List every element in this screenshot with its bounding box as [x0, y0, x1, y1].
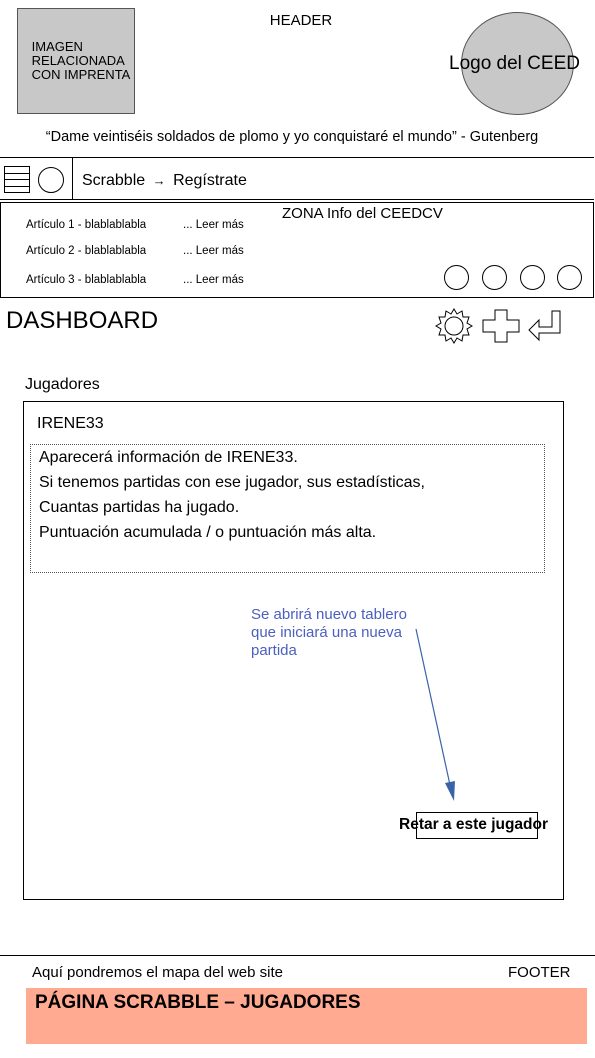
info-zone-title: ZONA Info del CEEDCV [282, 205, 443, 222]
logo-text: Logo del CEED [449, 53, 580, 74]
dashboard-title: DASHBOARD [6, 307, 159, 334]
circle-icon[interactable] [482, 265, 507, 290]
breadcrumb: Scrabble → Regístrate [82, 172, 247, 190]
footer-divider [0, 955, 595, 956]
sitemap-text: Aquí pondremos el mapa del web site [32, 964, 283, 981]
player-info-line: Aparecerá información de IRENE33. [39, 449, 298, 466]
circle-icon[interactable] [557, 265, 582, 290]
read-more-link[interactable]: ... Leer más [183, 219, 244, 231]
article-title: Artículo 3 - blablablabla [26, 274, 147, 286]
annotation-arrow-icon [415, 628, 455, 801]
read-more-link[interactable]: ... Leer más [183, 274, 244, 286]
circle-icon[interactable] [38, 167, 64, 193]
breadcrumb-arrow-icon: → [152, 173, 166, 188]
challenge-player-label[interactable]: Retar a este jugador [399, 816, 548, 834]
circle-icon[interactable] [520, 265, 545, 290]
breadcrumb-current[interactable]: Regístrate [173, 172, 247, 189]
header-image-text: IMAGEN RELACIONADA CON IMPRENTA [31, 39, 131, 82]
plus-icon[interactable] [482, 309, 520, 343]
circle-icon[interactable] [444, 265, 469, 290]
footer-page-title: PÁGINA SCRABBLE – JUGADORES [35, 992, 361, 1013]
header-quote: “Dame veintiséis soldados de plomo y yo … [45, 129, 539, 145]
breadcrumb-home[interactable]: Scrabble [82, 172, 145, 189]
gear-icon[interactable] [433, 306, 475, 346]
player-info-line: Cuantas partidas ha jugado. [39, 499, 240, 516]
players-section-label: Jugadores [25, 376, 100, 393]
read-more-link[interactable]: ... Leer más [183, 245, 244, 257]
player-name: IRENE33 [37, 415, 104, 432]
menu-icon[interactable] [4, 166, 30, 193]
player-info-line: Si tenemos partidas con ese jugador, sus… [39, 474, 425, 491]
annotation-note: Se abrirá nuevo tablero que iniciará una… [251, 606, 407, 659]
article-title: Artículo 2 - blablablabla [26, 245, 147, 257]
footer-label: FOOTER [508, 964, 571, 981]
return-icon[interactable] [527, 309, 563, 343]
article-title: Artículo 1 - blablablabla [26, 219, 147, 231]
player-info-line: Puntuación acumulada / o puntuación más … [39, 524, 377, 541]
